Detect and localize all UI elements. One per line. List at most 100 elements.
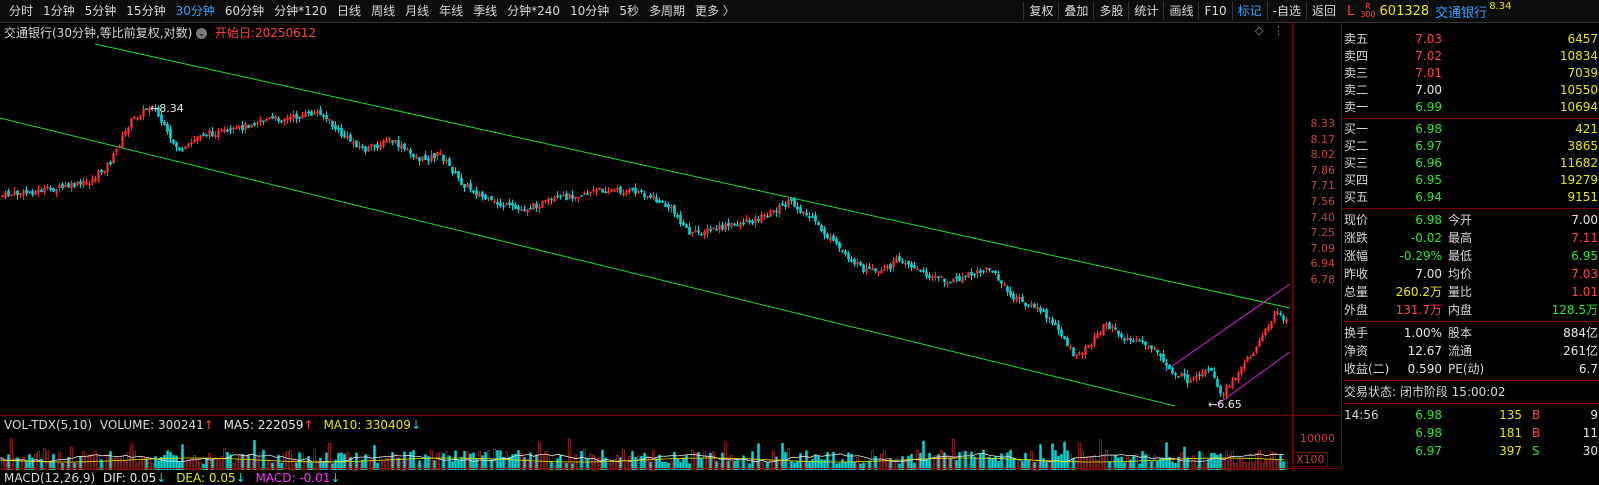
candle-body — [979, 270, 982, 274]
candle-body — [1033, 303, 1036, 308]
quote-value: 260.2万 — [1395, 285, 1442, 299]
candle-body — [373, 145, 376, 147]
period-tab-3[interactable]: 15分钟 — [121, 2, 170, 20]
period-tab-15[interactable]: 多周期 — [644, 2, 690, 20]
toolbar-button-6[interactable]: 标记 — [1231, 2, 1267, 20]
candle-body — [169, 129, 172, 139]
macd-dea: DEA: 0.05 — [176, 471, 236, 485]
candle-body — [922, 270, 925, 272]
volume-bar — [232, 463, 235, 470]
quote-value: 128.5万 — [1551, 303, 1598, 317]
candle-body — [973, 273, 976, 276]
quote-label: 外盘 — [1344, 303, 1369, 317]
ask-price: 7.02 — [1415, 49, 1442, 63]
candle-body — [799, 207, 802, 213]
candle-body — [52, 187, 55, 192]
volume-chart[interactable] — [0, 434, 1292, 470]
candle-body — [271, 115, 274, 119]
quote-value: 7.11 — [1571, 231, 1598, 245]
candle-body — [715, 228, 718, 231]
bid-row: 买三 6.96 11682 — [1342, 155, 1599, 172]
period-tab-11[interactable]: 季线 — [468, 2, 502, 20]
candle-body — [460, 177, 463, 185]
channel-lower-line — [0, 117, 1176, 407]
toolbar-button-3[interactable]: 统计 — [1128, 2, 1163, 20]
candle-body — [1051, 319, 1054, 324]
period-tab-10[interactable]: 年线 — [434, 2, 468, 20]
ask-volume: 10550 — [1559, 83, 1598, 97]
period-tab-0[interactable]: 分时 — [4, 2, 38, 20]
candle-body — [523, 209, 526, 212]
candle-body — [1183, 373, 1186, 376]
volume-bar — [1261, 463, 1264, 470]
quote-row: 现价 6.98 今开 7.00 — [1342, 211, 1599, 229]
candle-body — [1156, 349, 1159, 353]
chart-area[interactable]: 交通银行(30分钟,等比前复权,对数) ⌄ 开始日:20250612 ◇ ⋮ ←… — [0, 22, 1340, 485]
toolbar-button-7[interactable]: -自选 — [1266, 2, 1306, 20]
candle-body — [1021, 297, 1024, 302]
period-tab-1[interactable]: 1分钟 — [38, 2, 80, 20]
candle-body — [511, 203, 514, 206]
y-tick-label: 6.78 — [1310, 273, 1336, 286]
candle-body — [529, 207, 532, 210]
ask-volume: 10694 — [1559, 100, 1598, 114]
tick-volume: 397 — [1499, 444, 1522, 458]
period-tab-2[interactable]: 5分钟 — [80, 2, 122, 20]
period-tab-16[interactable]: 更多 〉 — [690, 2, 740, 20]
volume-bar — [718, 463, 721, 470]
period-tab-8[interactable]: 周线 — [366, 2, 400, 20]
candle-body — [241, 124, 244, 131]
volume-bar — [223, 448, 226, 470]
period-tab-4[interactable]: 30分钟 — [171, 2, 220, 20]
bid-price: 6.94 — [1415, 190, 1442, 204]
candle-body — [817, 221, 820, 226]
period-tab-6[interactable]: 分钟*120 — [269, 2, 332, 20]
candle-body — [1117, 330, 1120, 335]
toolbar-button-4[interactable]: 画线 — [1163, 2, 1198, 20]
period-tab-14[interactable]: 5秒 — [614, 2, 644, 20]
candle-body — [469, 183, 472, 190]
period-tab-7[interactable]: 日线 — [332, 2, 366, 20]
toolbar-button-0[interactable]: 复权 — [1023, 2, 1058, 20]
period-tab-12[interactable]: 分钟*240 — [502, 2, 565, 20]
tick-price: 6.97 — [1415, 444, 1442, 458]
toolbar-button-8[interactable]: 返回 — [1305, 2, 1341, 20]
toolbar-button-5[interactable]: F10 — [1198, 2, 1231, 20]
volume-value: VOLUME: 300241 — [99, 418, 204, 432]
candle-body — [427, 158, 430, 161]
candle-body — [496, 201, 499, 205]
quote-label: 股本 — [1448, 326, 1473, 340]
candle-body — [775, 210, 778, 213]
candle-body — [751, 220, 754, 224]
quote-label: 总量 — [1344, 285, 1369, 299]
candle-body — [514, 204, 517, 209]
toolbar-button-1[interactable]: 叠加 — [1058, 2, 1093, 20]
stock-code: 601328 — [1379, 3, 1430, 19]
candle-body — [73, 183, 76, 187]
quote-stats-2: 换手 1.00% 股本 884亿 净资 12.67 流通 261亿 收益(二) 0.590 PE(动… — [1342, 324, 1599, 378]
candle-body — [403, 143, 406, 150]
candle-body — [472, 190, 475, 193]
candle-body — [25, 189, 28, 194]
ask-volume: 10834 — [1559, 49, 1598, 63]
quote-label: 涨幅 — [1344, 249, 1369, 263]
toolbar-button-2[interactable]: 多股 — [1093, 2, 1128, 20]
candle-body — [1168, 364, 1171, 370]
volume-indicator-name: VOL-TDX(5,10) — [4, 418, 93, 432]
bid-price: 6.97 — [1415, 139, 1442, 153]
period-tab-9[interactable]: 月线 — [400, 2, 434, 20]
candle-body — [205, 134, 208, 136]
ask-price: 7.01 — [1415, 66, 1442, 80]
volume-bar — [1165, 442, 1168, 470]
candle-body — [733, 223, 736, 226]
price-chart[interactable]: ←8.34 ←6.65 — [0, 22, 1292, 414]
quote-value: 6.98 — [1415, 213, 1442, 227]
bid-label: 买二 — [1344, 139, 1369, 153]
quote-value: 12.67 — [1407, 344, 1442, 358]
period-tab-13[interactable]: 10分钟 — [565, 2, 614, 20]
candle-body — [919, 269, 922, 272]
volume-bar — [583, 449, 586, 470]
candle-body — [7, 190, 10, 197]
candle-body — [1039, 307, 1042, 312]
period-tab-5[interactable]: 60分钟 — [220, 2, 269, 20]
